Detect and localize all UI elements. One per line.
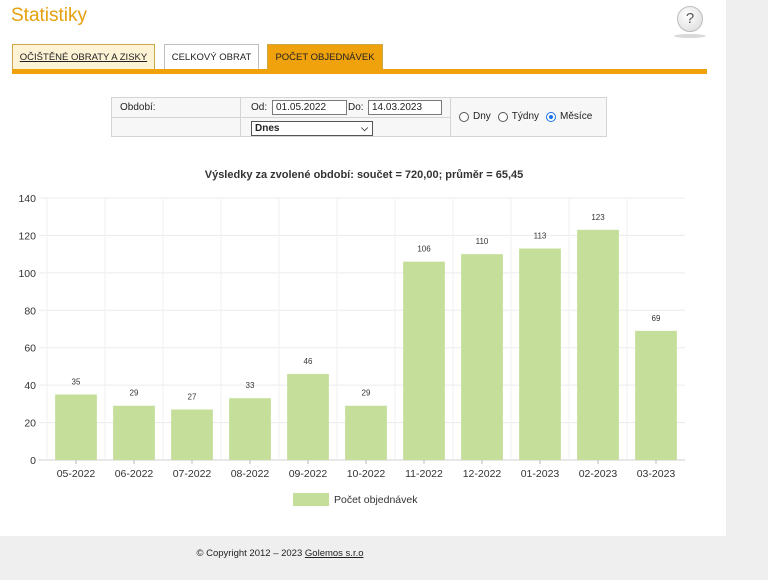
- radio-weeks[interactable]: [497, 111, 508, 122]
- radio-days[interactable]: [459, 111, 469, 122]
- filter-divider: [450, 98, 451, 136]
- radio-weeks-label: Týdny: [511, 111, 540, 122]
- bar: [635, 330, 677, 460]
- period-preset-value: Dnes: [255, 123, 280, 134]
- x-tick-label: 08-2022: [231, 468, 270, 480]
- data-label: 110: [476, 237, 489, 246]
- content-panel: Statistiky ? OČIŠTĚNÉ OBRATY A ZISKY CEL…: [0, 0, 726, 536]
- help-icon-shadow: [674, 34, 706, 38]
- y-tick-label: 60: [24, 343, 36, 355]
- tab-total-turnover[interactable]: CELKOVÝ OBRAT: [164, 44, 259, 69]
- chart-title: Výsledky za zvolené období: součet = 720…: [205, 169, 524, 181]
- bar: [519, 248, 561, 460]
- filter-box: Období: Od: 01.05.2022 Do: 14.03.2023 Dn…: [111, 97, 607, 137]
- bar: [171, 409, 213, 460]
- legend-label: Počet objednávek: [334, 494, 418, 506]
- x-tick-label: 02-2023: [579, 468, 618, 480]
- bar: [287, 373, 329, 460]
- granularity-radios: Dny Týdny Měsíce: [459, 111, 599, 122]
- data-label: 123: [591, 213, 605, 222]
- footer: © Copyright 2012 – 2023 Golemos s.r.o: [0, 548, 560, 559]
- y-axis: 0 20 40 60 80 100 120 140: [18, 193, 36, 467]
- period-preset-select[interactable]: Dnes ⌵: [251, 121, 373, 136]
- chart-bars: 35 29 27 33 46 29 106 110 113 123 69: [55, 213, 677, 460]
- x-tick-label: 10-2022: [347, 468, 386, 480]
- data-label: 46: [304, 357, 313, 366]
- y-tick-label: 80: [24, 305, 36, 317]
- date-to-input[interactable]: 14.03.2023: [368, 100, 442, 115]
- bar: [403, 261, 445, 460]
- y-tick-label: 100: [18, 268, 36, 280]
- data-label: 35: [72, 378, 81, 387]
- y-tick-label: 140: [18, 193, 36, 205]
- help-icon[interactable]: ?: [677, 6, 703, 32]
- tab-bar: [12, 69, 707, 74]
- x-tick-label: 09-2022: [289, 468, 328, 480]
- data-label: 106: [417, 245, 431, 254]
- bar: [229, 398, 271, 460]
- x-tick-label: 11-2022: [405, 468, 443, 480]
- y-tick-label: 120: [18, 230, 36, 242]
- data-label: 29: [362, 389, 371, 398]
- x-tick-label: 03-2023: [637, 468, 676, 480]
- y-tick-label: 40: [24, 380, 36, 392]
- y-tick-label: 20: [24, 418, 36, 430]
- order-count-chart: 0 20 40 60 80 100 120 140 35 29 27 33 46 29 106 110 113…: [18, 169, 685, 506]
- radio-months-label: Měsíce: [560, 111, 593, 122]
- data-label: 113: [534, 232, 547, 241]
- legend-swatch: [293, 493, 329, 506]
- data-label: 33: [246, 381, 255, 390]
- from-label: Od:: [251, 102, 268, 113]
- tab-cleaned-turnover[interactable]: OČIŠTĚNÉ OBRATY A ZISKY: [12, 44, 155, 69]
- x-tick-label: 05-2022: [57, 468, 96, 480]
- date-from-input[interactable]: 01.05.2022: [272, 100, 347, 115]
- chevron-down-icon: ⌵: [361, 123, 368, 133]
- bar: [345, 405, 387, 460]
- radio-days-label: Dny: [473, 111, 491, 122]
- radio-months[interactable]: [546, 111, 557, 122]
- page-title: Statistiky: [11, 5, 88, 26]
- x-tick-label: 07-2022: [173, 468, 212, 480]
- period-label: Období:: [120, 102, 156, 113]
- to-label: Do:: [348, 102, 364, 113]
- chart-legend: Počet objednávek: [293, 493, 418, 506]
- data-label: 29: [130, 389, 139, 398]
- x-tick-label: 01-2023: [521, 468, 560, 480]
- x-tick-label: 06-2022: [115, 468, 154, 480]
- data-label: 69: [652, 314, 661, 323]
- company-link[interactable]: Golemos s.r.o: [305, 548, 364, 559]
- filter-divider: [112, 117, 450, 118]
- x-axis: 05-2022 06-2022 07-2022 08-2022 09-2022 10-20…: [57, 460, 676, 480]
- y-tick-label: 0: [30, 455, 36, 467]
- tab-order-count[interactable]: POČET OBJEDNÁVEK: [267, 44, 383, 69]
- data-label: 27: [188, 392, 197, 401]
- bar: [113, 405, 155, 460]
- copyright-text: © Copyright 2012 – 2023: [196, 548, 303, 559]
- bar: [577, 229, 619, 460]
- x-tick-label: 12-2022: [463, 468, 502, 480]
- bar: [461, 254, 503, 460]
- bar: [55, 394, 97, 460]
